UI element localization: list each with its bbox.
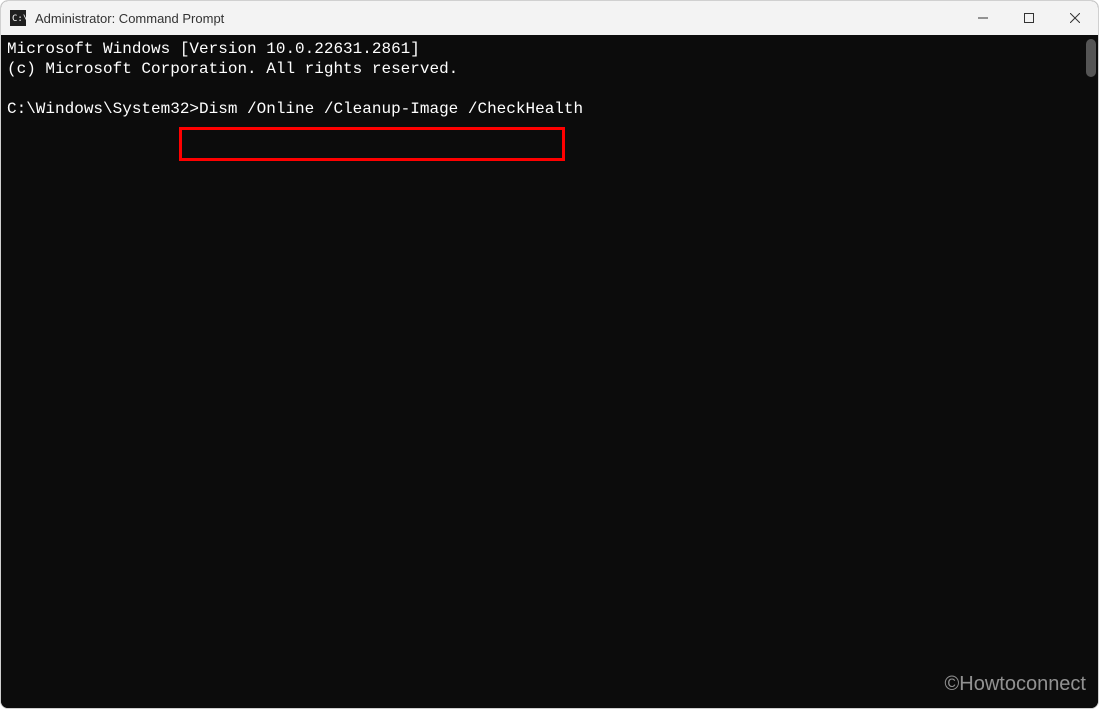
close-icon bbox=[1070, 13, 1080, 23]
window-title: Administrator: Command Prompt bbox=[35, 11, 224, 26]
close-button[interactable] bbox=[1052, 1, 1098, 35]
window-controls bbox=[960, 1, 1098, 35]
version-line: Microsoft Windows [Version 10.0.22631.28… bbox=[7, 40, 420, 58]
minimize-button[interactable] bbox=[960, 1, 1006, 35]
titlebar[interactable]: C:\ Administrator: Command Prompt bbox=[1, 1, 1098, 35]
typed-command[interactable]: Dism /Online /Cleanup-Image /CheckHealth bbox=[199, 100, 583, 118]
cmd-icon: C:\ bbox=[9, 9, 27, 27]
maximize-icon bbox=[1024, 13, 1034, 23]
scrollbar-thumb[interactable] bbox=[1086, 39, 1096, 77]
minimize-icon bbox=[978, 13, 988, 23]
copyright-line: (c) Microsoft Corporation. All rights re… bbox=[7, 60, 458, 78]
watermark-text: ©Howtoconnect bbox=[945, 673, 1086, 696]
command-prompt-window: C:\ Administrator: Command Prompt bbox=[0, 0, 1099, 709]
svg-text:C:\: C:\ bbox=[12, 14, 26, 24]
maximize-button[interactable] bbox=[1006, 1, 1052, 35]
prompt-path: C:\Windows\System32> bbox=[7, 100, 199, 118]
terminal-output: Microsoft Windows [Version 10.0.22631.28… bbox=[1, 35, 1098, 708]
terminal-area[interactable]: Microsoft Windows [Version 10.0.22631.28… bbox=[1, 35, 1098, 708]
